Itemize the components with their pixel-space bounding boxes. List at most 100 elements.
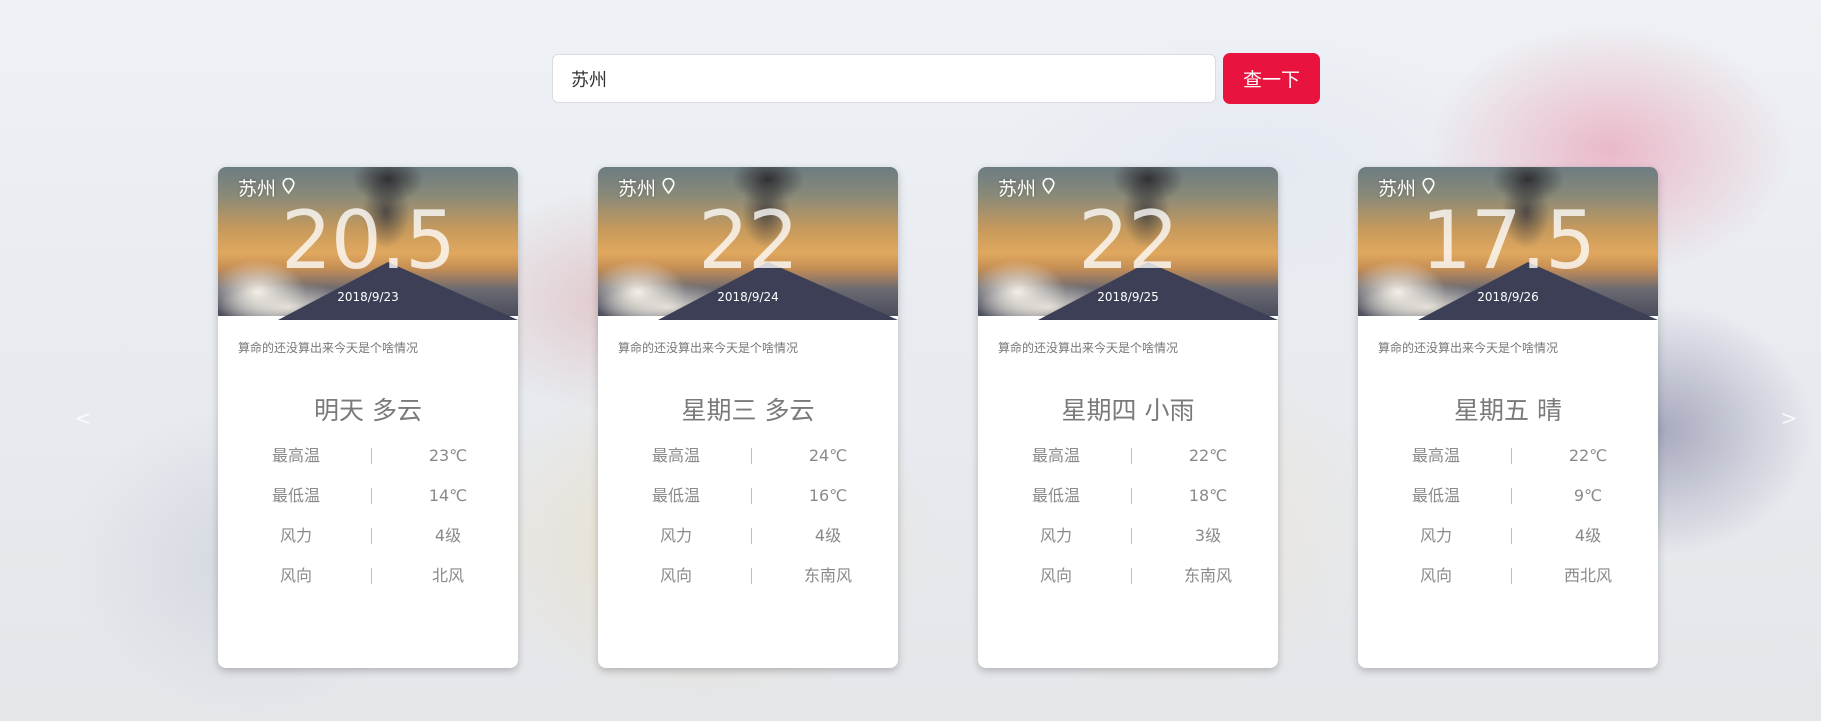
stat-row-high: 最高温 22℃ [1358,444,1658,468]
stat-divider [1511,568,1512,584]
stat-label: 最低温 [651,486,700,505]
stat-label: 风力 [659,526,692,545]
stat-label: 最低温 [271,486,320,505]
card-day-weather: 星期三 多云 [681,396,815,425]
stat-row-wind-force: 风力 4级 [598,524,898,548]
stat-label: 最高温 [1031,446,1080,465]
stat-divider [751,448,752,464]
stat-row-low: 最低温 9℃ [1358,484,1658,508]
stat-row-low: 最低温 18℃ [978,484,1278,508]
stat-value: 22℃ [1568,446,1608,465]
stat-label: 风向 [659,566,692,585]
stat-row-wind-direction: 风向 东南风 [598,564,898,588]
stat-row-low: 最低温 14℃ [218,484,518,508]
stat-value: 18℃ [1188,486,1228,505]
card-city-label: 苏州 [998,178,1037,200]
carousel-prev-button[interactable]: < [74,406,92,430]
location-pin-icon [1042,176,1055,200]
stat-value: 西北风 [1563,566,1612,585]
card-note: 算命的还没算出来今天是个啥情况 [618,341,799,355]
stat-label: 风力 [1039,526,1072,545]
stat-divider [371,568,372,584]
card-note: 算命的还没算出来今天是个啥情况 [1378,341,1559,355]
stat-row-wind-direction: 风向 东南风 [978,564,1278,588]
card-city: 苏州 [618,177,675,201]
stat-row-wind-direction: 风向 西北风 [1358,564,1658,588]
card-city-label: 苏州 [1378,178,1417,200]
stat-divider [1511,448,1512,464]
stat-value: 22℃ [1188,446,1228,465]
stat-divider [371,488,372,504]
stat-label: 风向 [279,566,312,585]
card-city-label: 苏州 [238,178,277,200]
stat-value: 9℃ [1573,486,1603,505]
forecast-card: 苏州 22 2018/9/25 算命的还没算出来今天是个啥情况 星期四 小雨 最… [978,167,1278,668]
card-note: 算命的还没算出来今天是个啥情况 [998,341,1179,355]
card-note: 算命的还没算出来今天是个啥情况 [238,341,419,355]
stat-divider [1511,528,1512,544]
stat-value: 4级 [814,526,842,545]
stat-value: 14℃ [428,486,468,505]
stat-divider [1131,488,1132,504]
stat-row-wind-force: 风力 4级 [218,524,518,548]
card-temperature: 22 [698,194,799,287]
stat-row-high: 最高温 23℃ [218,444,518,468]
stat-divider [1131,528,1132,544]
stat-label: 风力 [279,526,312,545]
card-day-weather: 星期五 晴 [1454,396,1562,425]
volcano-photo: 苏州 17.5 2018/9/26 [1358,167,1658,320]
card-date: 2018/9/25 [1097,290,1159,304]
stat-value: 东南风 [803,566,852,585]
stat-row-wind-direction: 风向 北风 [218,564,518,588]
stat-row-low: 最低温 16℃ [598,484,898,508]
volcano-photo: 苏州 20.5 2018/9/23 [218,167,518,320]
stat-label: 最高温 [1411,446,1460,465]
city-search-input[interactable] [552,54,1216,103]
forecast-card: 苏州 17.5 2018/9/26 算命的还没算出来今天是个啥情况 星期五 晴 … [1358,167,1658,668]
card-date: 2018/9/26 [1477,290,1539,304]
card-date: 2018/9/23 [337,290,399,304]
card-day-weather: 星期四 小雨 [1061,396,1195,425]
forecast-card: 苏州 20.5 2018/9/23 算命的还没算出来今天是个啥情况 明天 多云 … [218,167,518,668]
stat-label: 风力 [1419,526,1452,545]
stat-divider [371,448,372,464]
stat-row-high: 最高温 24℃ [598,444,898,468]
stat-divider [1131,568,1132,584]
stat-label: 风向 [1419,566,1452,585]
stat-label: 最高温 [271,446,320,465]
stat-row-wind-force: 风力 4级 [1358,524,1658,548]
stat-value: 24℃ [808,446,848,465]
card-temperature: 17.5 [1420,194,1596,287]
stat-label: 最高温 [651,446,700,465]
stat-row-wind-force: 风力 3级 [978,524,1278,548]
card-temperature: 20.5 [280,194,456,287]
stat-row-high: 最高温 22℃ [978,444,1278,468]
card-city: 苏州 [998,177,1055,201]
stat-divider [1131,448,1132,464]
location-pin-icon [662,176,675,200]
stat-label: 最低温 [1031,486,1080,505]
carousel-next-button[interactable]: > [1780,406,1798,430]
stat-divider [751,568,752,584]
search-button[interactable]: 查一下 [1223,53,1320,104]
stat-value: 3级 [1194,526,1222,545]
stat-label: 最低温 [1411,486,1460,505]
card-city-label: 苏州 [618,178,657,200]
stat-divider [751,488,752,504]
stat-label: 风向 [1039,566,1072,585]
card-day-weather: 明天 多云 [314,396,422,425]
stat-value: 4级 [434,526,462,545]
stat-value: 北风 [431,566,464,585]
forecast-card: 苏州 22 2018/9/24 算命的还没算出来今天是个啥情况 星期三 多云 最… [598,167,898,668]
stat-divider [1511,488,1512,504]
stat-value: 东南风 [1183,566,1232,585]
stat-divider [751,528,752,544]
volcano-photo: 苏州 22 2018/9/25 [978,167,1278,320]
stat-value: 16℃ [808,486,848,505]
stat-divider [371,528,372,544]
card-temperature: 22 [1078,194,1179,287]
stat-value: 4级 [1574,526,1602,545]
volcano-photo: 苏州 22 2018/9/24 [598,167,898,320]
card-date: 2018/9/24 [717,290,779,304]
stat-value: 23℃ [428,446,468,465]
